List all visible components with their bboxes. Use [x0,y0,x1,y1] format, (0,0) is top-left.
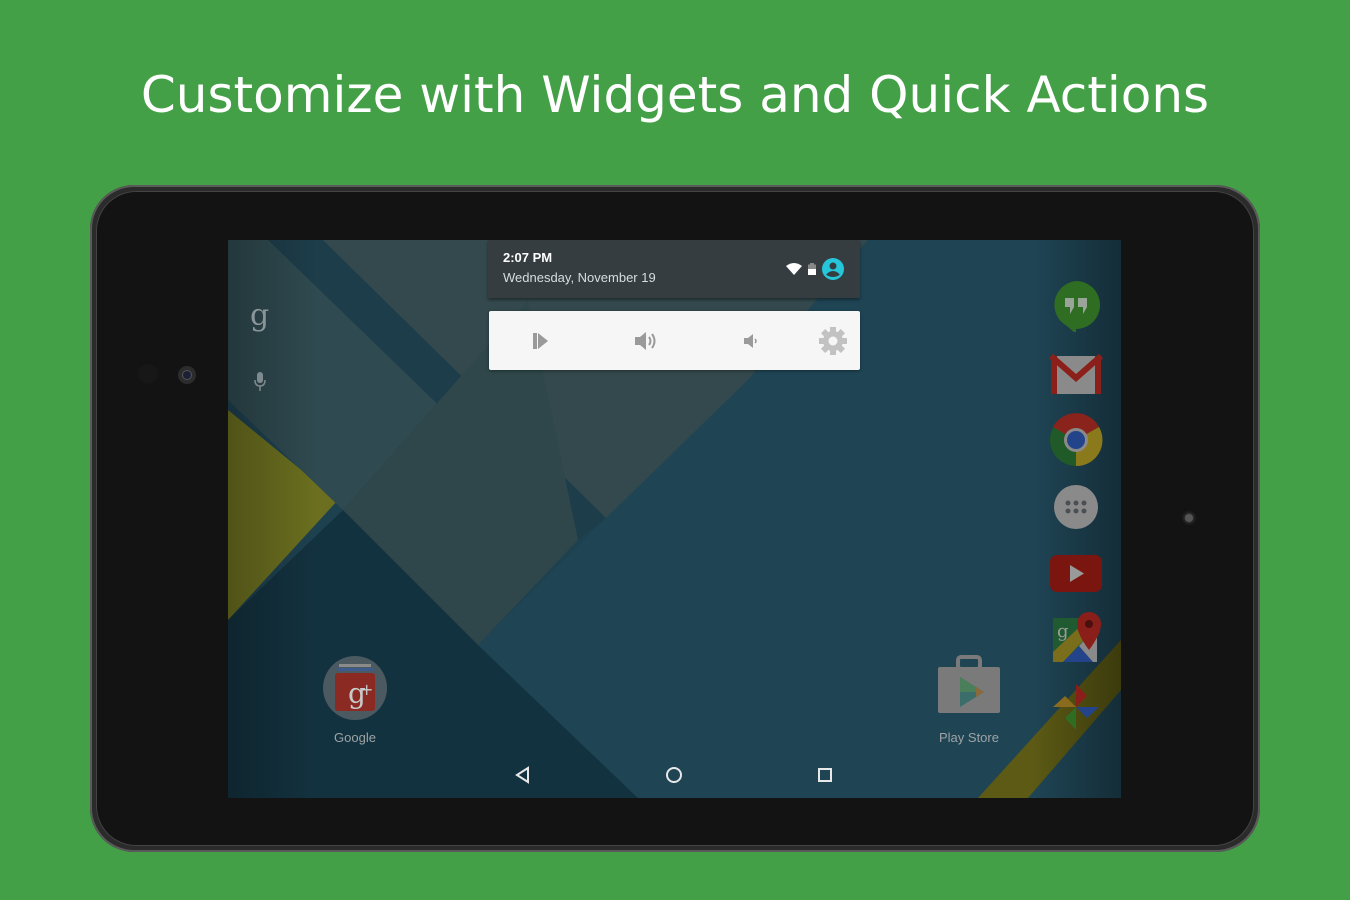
hangouts-icon[interactable] [1049,278,1103,332]
volume-up-icon [635,332,656,350]
headline: Customize with Widgets and Quick Actions [140,66,1210,124]
skip-next-icon [533,333,548,349]
app-drawer-icon[interactable] [1049,480,1103,534]
quick-settings-header: 2:07 PM Wednesday, November 19 [488,240,860,298]
status-icons [786,258,844,280]
user-account-icon[interactable] [822,258,844,280]
svg-text:+: + [360,680,373,699]
photos-icon[interactable] [1049,680,1103,734]
play-store-icon [938,655,1000,713]
gmail-icon[interactable] [1049,348,1103,402]
mic-icon[interactable] [254,372,266,392]
skip-next-button[interactable] [525,325,557,357]
svg-text:g: g [1057,621,1069,642]
app-label: Play Store [939,730,999,745]
front-camera [178,366,196,384]
chrome-icon[interactable] [1049,413,1103,467]
recents-button[interactable] [814,764,836,786]
battery-icon [808,263,816,275]
app-google[interactable]: g + Google [315,655,395,745]
youtube-icon[interactable] [1049,546,1103,600]
google-plus-icon: g + [323,656,387,720]
quick-actions-widget [489,311,860,370]
date-label: Wednesday, November 19 [503,270,656,285]
wifi-icon [786,263,802,275]
navigation-bar [228,750,1121,798]
volume-up-button[interactable] [630,325,662,357]
tablet-screen: g 2:07 PM Wednesday, November 19 g + Goo… [228,240,1121,798]
gear-icon [819,327,847,355]
clock-time: 2:07 PM [503,250,553,265]
google-search-icon[interactable]: g [250,298,269,333]
notification-light [1185,514,1193,522]
proximity-sensor [138,364,158,384]
back-button[interactable] [512,764,534,786]
home-button[interactable] [663,764,685,786]
app-play-store[interactable]: Play Store [929,655,1009,745]
maps-icon[interactable]: g [1049,612,1103,666]
settings-button[interactable] [817,325,849,357]
volume-down-icon [744,334,757,348]
volume-down-button[interactable] [735,325,767,357]
app-label: Google [334,730,376,745]
